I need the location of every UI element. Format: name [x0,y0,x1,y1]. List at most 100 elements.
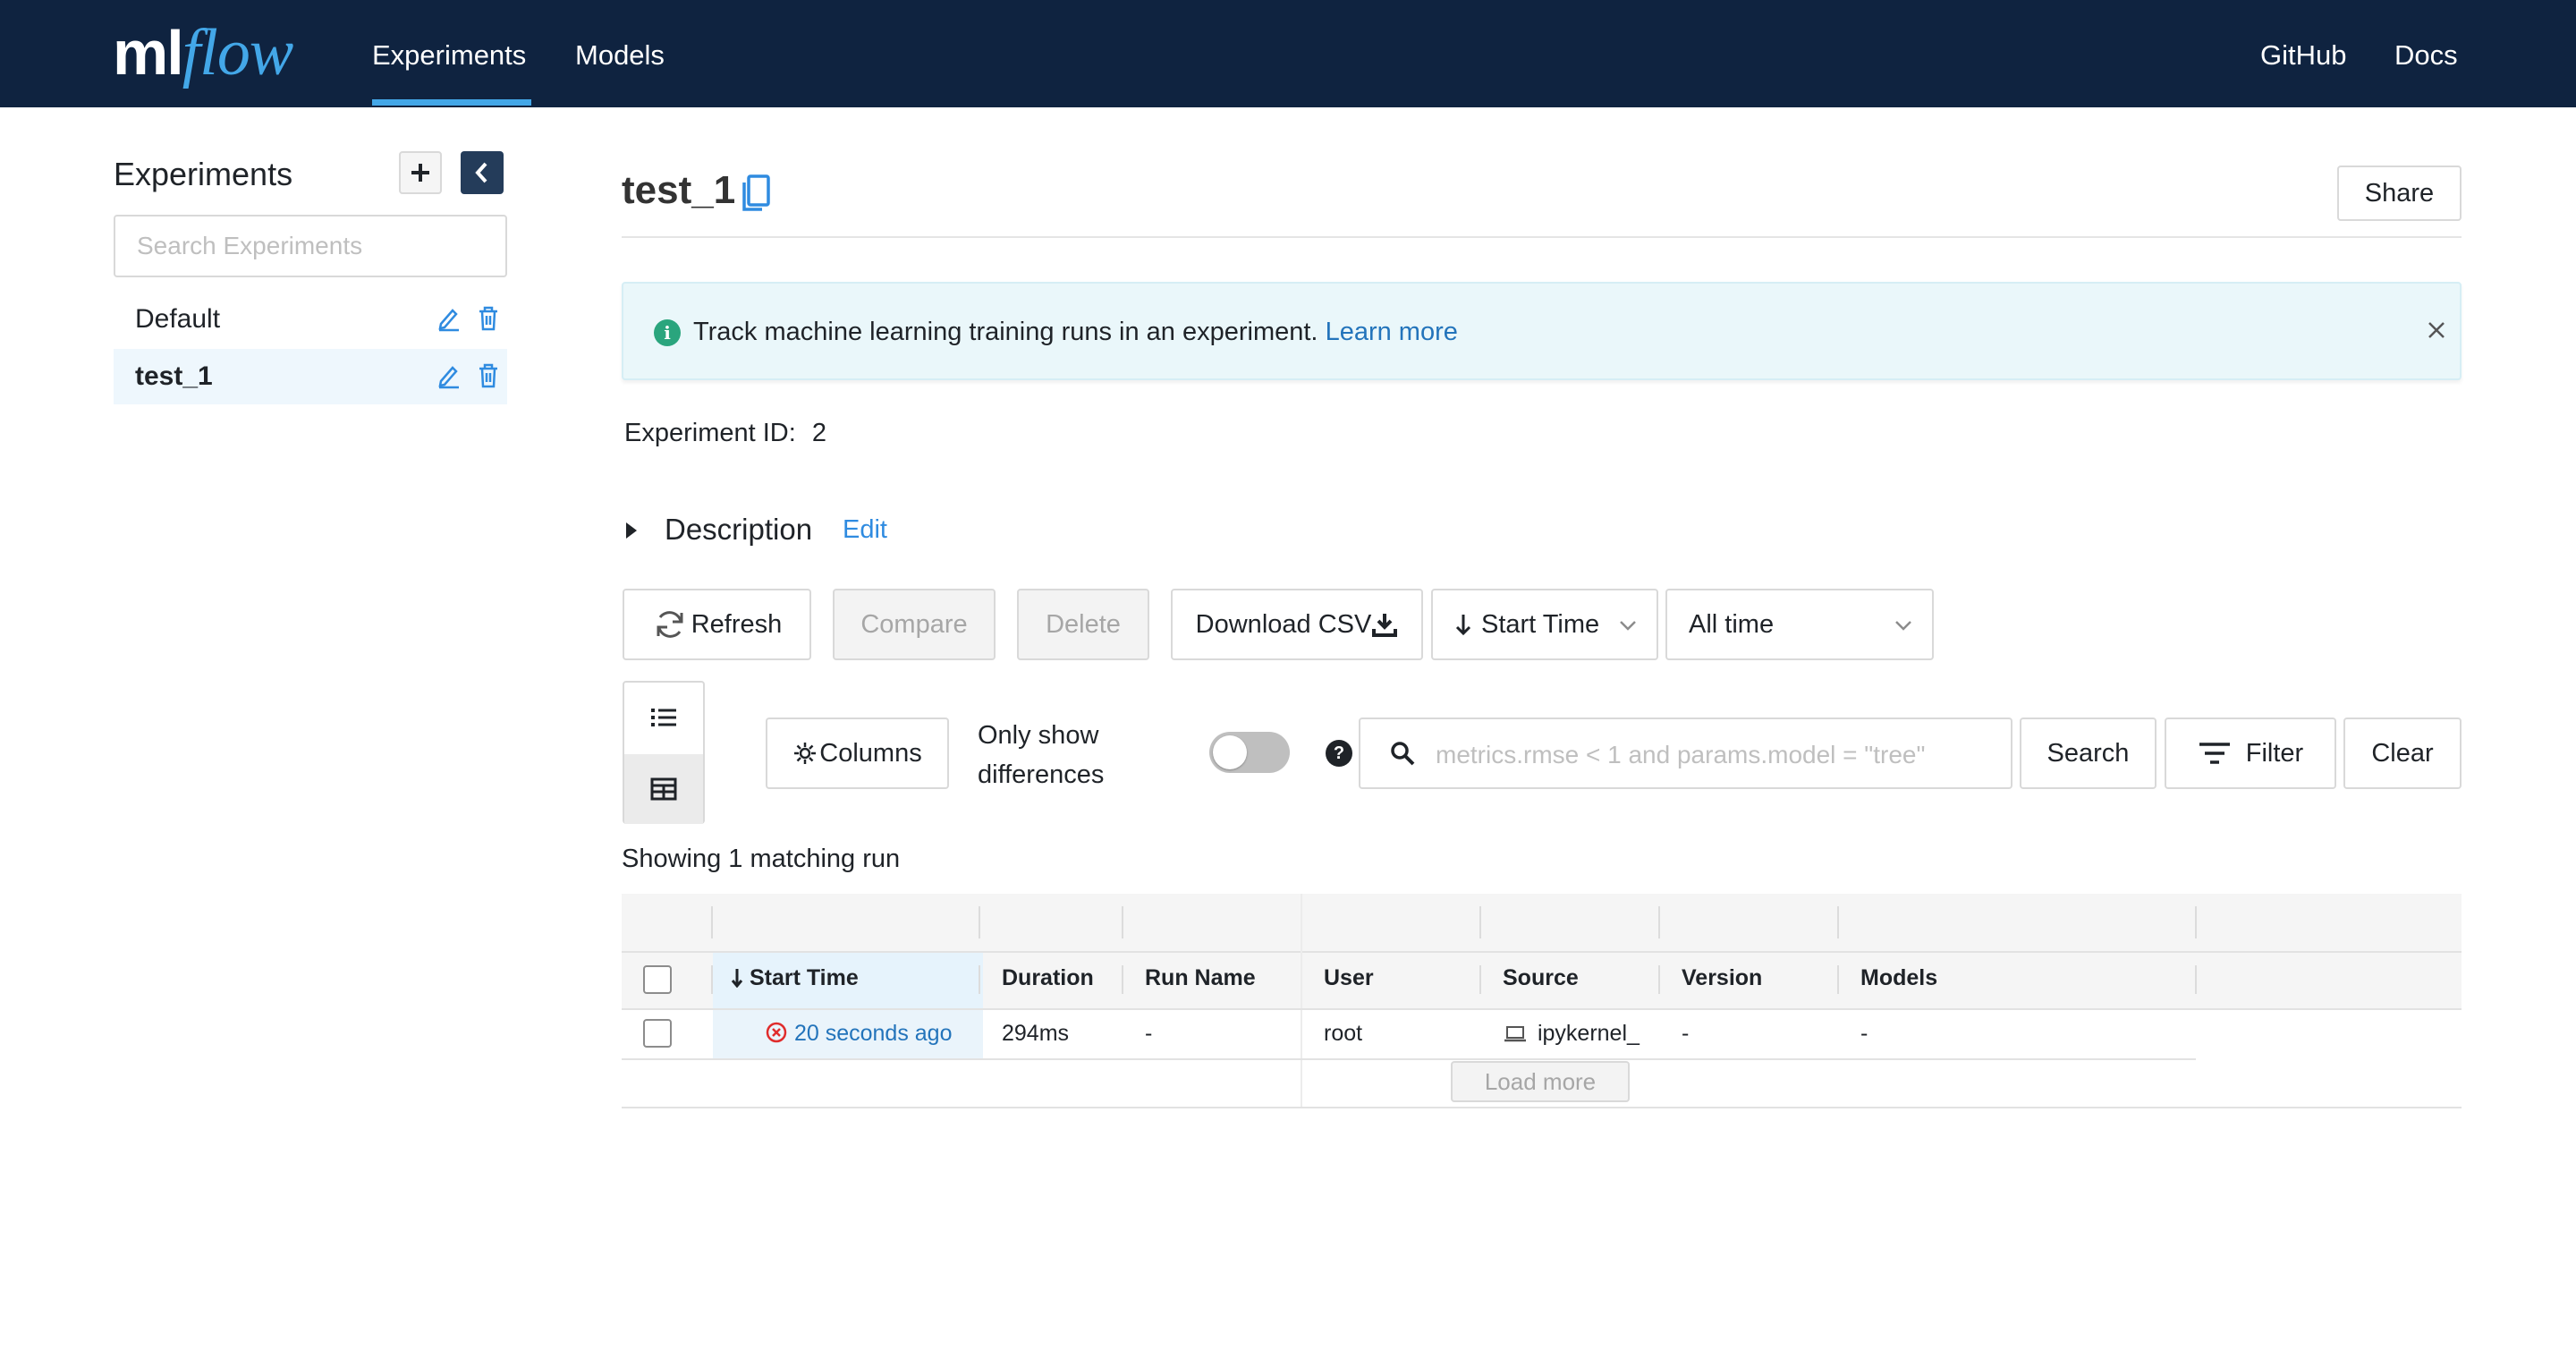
experiment-id: Experiment ID: 2 [624,419,826,448]
info-banner-message: Track machine learning training runs in … [693,318,1318,346]
page-title: test_1 [622,168,736,212]
top-navbar: ml flow Experiments Models GitHub Docs [0,0,2576,107]
search-icon [1391,742,1415,766]
plus-icon [411,164,429,182]
filter-icon [2199,743,2230,764]
nav-active-indicator [372,99,531,106]
sort-down-icon [731,969,743,989]
learn-more-link[interactable]: Learn more [1326,318,1458,346]
column-header-models[interactable]: Models [1860,965,1937,991]
refresh-icon [657,611,683,638]
nav-models[interactable]: Models [575,39,665,72]
column-header-label: Start Time [749,965,859,990]
table-icon [650,777,677,801]
sort-select[interactable]: Start Time [1431,589,1658,660]
chevron-left-icon [475,162,487,183]
close-icon[interactable] [2427,314,2446,347]
header-bottom-border [622,1008,2462,1010]
search-placeholder: metrics.rmse < 1 and params.model = "tre… [1436,741,1926,768]
edit-icon[interactable] [436,362,462,389]
trash-icon[interactable] [477,362,500,389]
mlflow-logo[interactable]: ml flow [113,13,293,93]
column-divider [711,906,713,938]
failed-status-icon [766,1022,787,1043]
column-header-source[interactable]: Source [1503,965,1579,991]
column-divider [2195,906,2197,938]
description-label[interactable]: Description [665,513,812,547]
only-show-line1: Only show [978,721,1099,750]
columns-button[interactable]: Columns [766,717,949,789]
table-bottom-border [622,1107,2462,1108]
title-divider [622,236,2462,238]
only-show-differences-toggle[interactable] [1209,732,1290,773]
compare-button[interactable]: Compare [833,589,996,660]
run-search-input[interactable]: metrics.rmse < 1 and params.model = "tre… [1359,717,2012,789]
column-divider [1658,906,1660,938]
only-show-differences-label: Only show differences [978,716,1104,794]
row-select-checkbox[interactable] [643,1019,672,1048]
nav-github[interactable]: GitHub [2260,39,2346,72]
column-divider [711,965,713,994]
list-view-button[interactable] [624,683,703,752]
run-start-time-link[interactable]: 20 seconds ago [765,1021,952,1047]
column-divider [1301,894,1302,1108]
run-source[interactable]: ipykernel_ [1503,1021,1640,1047]
run-source-label: ipykernel_ [1537,1021,1640,1046]
run-version: - [1682,1021,1690,1046]
info-banner: i Track machine learning training runs i… [622,282,2462,380]
refresh-button[interactable]: Refresh [623,589,811,660]
delete-button[interactable]: Delete [1017,589,1149,660]
caret-right-icon[interactable] [626,522,637,539]
description-edit-link[interactable]: Edit [843,515,887,545]
copy-icon[interactable] [741,174,771,217]
table-view-button[interactable] [624,754,703,824]
nav-docs[interactable]: Docs [2394,39,2458,72]
collapse-sidebar-button[interactable] [461,151,504,194]
filter-button[interactable]: Filter [2165,717,2336,789]
filter-label: Filter [2245,738,2304,768]
info-icon: i [654,319,681,346]
column-divider [1122,906,1123,938]
list-icon [651,709,676,726]
row-bottom-border [622,1058,2196,1060]
column-divider [979,906,980,938]
download-csv-label: Download CSV [1195,609,1372,639]
edit-icon[interactable] [436,305,462,332]
run-duration: 294ms [1002,1021,1070,1046]
add-experiment-button[interactable] [399,151,442,194]
column-divider [1122,965,1123,994]
column-header-version[interactable]: Version [1682,965,1762,991]
sidebar-title: Experiments [114,156,293,192]
runs-table: Start Time Duration Run Name User Source… [622,894,2462,1108]
help-icon[interactable]: ? [1326,740,1352,767]
search-button[interactable]: Search [2020,717,2157,789]
logo-ml: ml [113,18,184,88]
view-toggle [623,681,705,824]
clear-button[interactable]: Clear [2343,717,2462,789]
info-banner-text: Track machine learning training runs in … [693,318,1458,347]
load-more-button[interactable]: Load more [1451,1061,1630,1102]
column-divider [1837,906,1839,938]
experiment-id-value: 2 [811,419,826,447]
download-csv-button[interactable]: Download CSV [1171,589,1423,660]
matching-runs-count: Showing 1 matching run [622,845,901,873]
column-header-run-name[interactable]: Run Name [1145,965,1256,991]
column-header-user[interactable]: User [1324,965,1374,991]
share-button[interactable]: Share [2337,166,2462,221]
logo-flow: flow [182,16,293,89]
trash-icon[interactable] [477,305,500,332]
refresh-label: Refresh [691,609,783,639]
time-range-select[interactable]: All time [1665,589,1934,660]
search-experiments-input[interactable]: Search Experiments [114,215,507,277]
select-all-checkbox[interactable] [643,965,672,994]
experiment-id-label: Experiment ID: [624,419,796,447]
column-divider [1658,965,1660,994]
column-divider [1479,906,1481,938]
column-header-duration[interactable]: Duration [1002,965,1094,991]
sidebar-item-test-1[interactable]: test_1 [114,349,507,404]
sidebar-item-default[interactable]: Default [114,292,507,347]
gear-icon [794,743,817,764]
nav-experiments[interactable]: Experiments [372,39,526,72]
laptop-icon [1504,1026,1526,1042]
column-header-start-time[interactable]: Start Time [731,965,859,991]
